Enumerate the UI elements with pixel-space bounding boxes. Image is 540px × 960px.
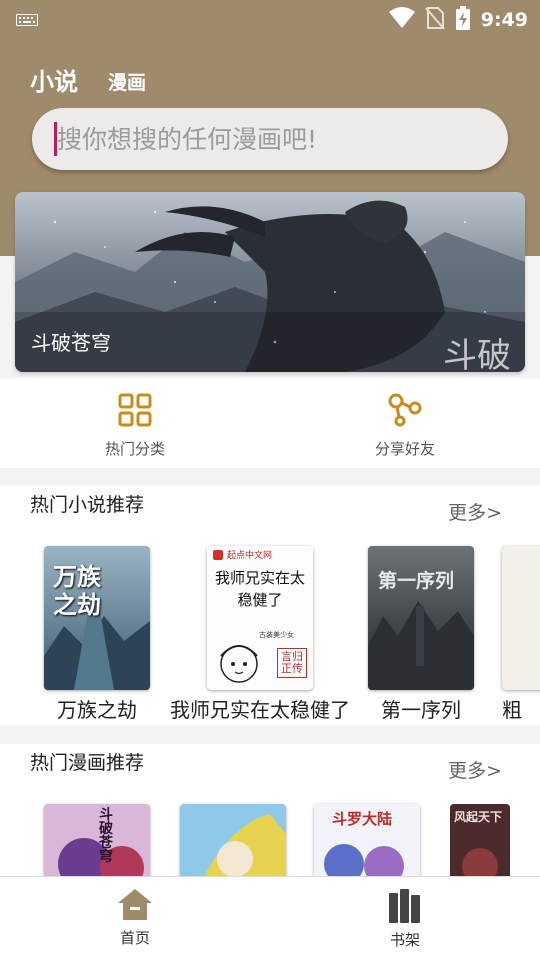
comic-cover-text: 风起天下 — [454, 810, 503, 824]
top-tabs: 小说 漫画 — [30, 62, 146, 97]
tab-comic[interactable]: 漫画 — [108, 68, 146, 97]
bottom-nav: 首页 书架 — [0, 876, 540, 960]
wifi-icon — [388, 7, 415, 33]
comic-cover-text: 斗破苍穹 — [99, 807, 113, 865]
hot-novels-more-link[interactable]: 更多> — [448, 498, 502, 525]
app-screen: 9:49 小说 漫画 搜你想搜的任何漫画吧! 斗破苍穹 斗破 热门分类 分享好友… — [0, 0, 540, 960]
novel-cover-text: 万族之劫 — [53, 563, 101, 619]
home-icon — [117, 889, 153, 925]
novel-title: 万族之劫 — [57, 698, 137, 722]
hot-novels-title: 热门小说推荐 — [30, 494, 145, 516]
nav-home-label: 首页 — [119, 929, 150, 947]
nav-bookshelf-label: 书架 — [389, 931, 420, 949]
cover-author-seal: 言归正传 — [277, 648, 307, 679]
banner-logo: 斗破 — [443, 336, 511, 372]
status-bar: 9:49 — [0, 0, 540, 36]
hot-comics-title: 热门漫画推荐 — [30, 752, 145, 774]
novel-card[interactable]: 万族之劫 万族之劫 — [44, 546, 150, 723]
search-input[interactable] — [57, 124, 477, 154]
novel-cover — [502, 546, 540, 690]
cover-brand: 起点中文网 — [227, 551, 273, 561]
novel-title: 我师兄实在太稳健了 — [170, 698, 350, 722]
hot-category-label: 热门分类 — [104, 440, 165, 458]
banner-caption: 斗破苍穹 — [31, 331, 111, 355]
novel-cover-text: 第一序列 — [378, 570, 455, 592]
novel-cover: 万族之劫 — [44, 546, 150, 690]
hot-category-button[interactable]: 热门分类 — [65, 392, 205, 459]
novel-title: 粗 — [502, 698, 522, 722]
novel-card[interactable]: 第一序列 第一序列 — [368, 546, 474, 723]
brand-logo-icon — [213, 550, 223, 560]
novel-card[interactable]: 粗 — [502, 546, 540, 723]
share-friends-label: 分享好友 — [374, 440, 435, 458]
novel-card[interactable]: 起点中文网 我师兄实在太稳健了 古装美少女 言归正传 我师兄实在太稳健了 — [165, 546, 355, 723]
search-bar[interactable] — [32, 108, 508, 170]
battery-charging-icon — [455, 6, 471, 34]
quick-actions: 热门分类 分享好友 — [0, 378, 540, 468]
grid-category-icon — [117, 393, 153, 432]
novel-cover: 起点中文网 我师兄实在太稳健了 古装美少女 言归正传 — [207, 546, 313, 690]
hot-comics-more-link[interactable]: 更多> — [448, 756, 502, 783]
tab-novel[interactable]: 小说 — [30, 62, 78, 97]
share-friends-button[interactable]: 分享好友 — [335, 392, 475, 459]
hot-novels-section: 热门小说推荐 更多> 万族之劫 万族之劫 起点中文网 我师兄实在太稳健了 古装美… — [0, 486, 540, 726]
banner-carousel[interactable]: 斗破苍穹 斗破 — [15, 192, 525, 372]
cover-illustration — [220, 645, 258, 683]
nav-bookshelf[interactable]: 书架 — [345, 887, 465, 950]
nav-home[interactable]: 首页 — [75, 887, 195, 948]
novel-cover: 第一序列 — [368, 546, 474, 690]
keyboard-icon — [16, 11, 38, 30]
share-icon — [387, 393, 423, 432]
status-time: 9:49 — [480, 9, 528, 31]
hot-comics-section: 热门漫画推荐 更多> 斗破苍穹 斗罗大陆 风起天下 — [0, 744, 540, 890]
bookshelf-icon — [387, 889, 423, 927]
comic-cover-text: 斗罗大陆 — [332, 810, 393, 828]
novel-title: 第一序列 — [381, 698, 461, 722]
novel-cover-text: 我师兄实在太稳健了 — [214, 569, 305, 609]
no-sim-icon — [424, 6, 445, 34]
